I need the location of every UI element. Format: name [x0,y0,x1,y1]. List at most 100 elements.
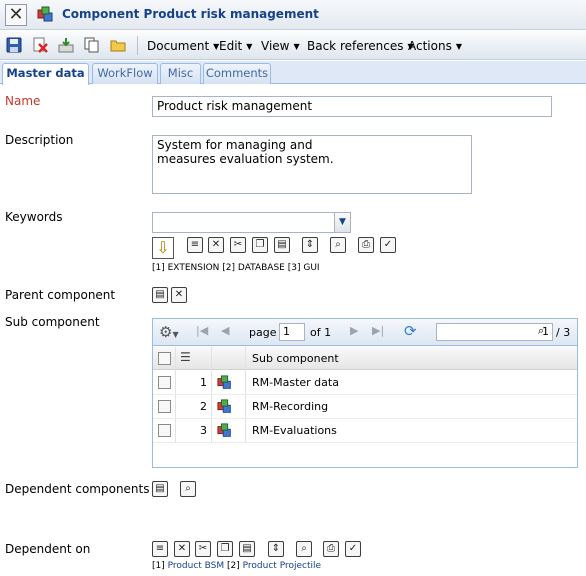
move-up-down-icon[interactable]: ⇕ [268,541,284,557]
list-icon[interactable]: ≡ [187,237,203,253]
menu-back-references[interactable]: Back references ▼ [307,39,414,53]
copy-icon[interactable] [84,37,100,53]
menu-back-references-label: Back references [307,39,404,53]
sub-component-column-header[interactable]: Sub component [252,352,339,365]
keyword-value[interactable]: EXTENSION [168,263,220,273]
row-checkbox[interactable] [158,400,171,413]
menu-actions[interactable]: Actions ▼ [408,39,462,53]
sub-component-name: RM-Master data [252,376,339,389]
check-icon[interactable]: ✓ [345,541,361,557]
refresh-icon[interactable]: ⟳ [404,322,417,340]
keyword-index: [3] [287,263,301,273]
table-row[interactable]: 2 RM-Recording [153,395,577,419]
cut-icon[interactable]: ✂ [230,237,246,253]
grid-search-input[interactable]: 1 [436,323,553,341]
row-number: 3 [200,424,207,437]
menu-document[interactable]: Document ▼ [147,39,219,53]
chevron-down-icon: ▼ [293,42,300,51]
dependent-on-label: Dependent on [5,542,91,556]
keyword-value[interactable]: DATABASE [238,263,285,273]
keyword-value[interactable]: GUI [303,263,319,273]
import-icon[interactable] [58,37,74,53]
menu-document-label: Document [147,39,210,53]
remove-icon[interactable]: ✕ [174,541,190,557]
keyword-index: [2] [222,263,236,273]
row-checkbox[interactable] [158,424,171,437]
record-count: / 3 [556,326,571,339]
description-label: Description [5,133,74,147]
move-up-down-icon[interactable]: ⇕ [302,237,318,253]
save-icon[interactable] [6,37,22,53]
paste-icon[interactable]: ▤ [274,237,290,253]
search-icon[interactable]: ⌕ [296,541,312,557]
menu-edit[interactable]: Edit ▼ [219,39,252,53]
keywords-combo[interactable] [152,212,335,233]
toolbar-separator [137,36,138,55]
row-number-icon: ☰ [180,350,191,364]
row-checkbox[interactable] [158,376,171,389]
table-row[interactable]: 3 RM-Evaluations [153,419,577,443]
remove-icon[interactable]: ✕ [208,237,224,253]
menu-view[interactable]: View ▼ [261,39,300,53]
component-cubes-icon [217,399,231,413]
window-title: Component Product risk management [62,7,319,21]
paste-icon[interactable]: ▤ [152,481,168,497]
dependency-link[interactable]: Product BSM [168,561,225,571]
first-page-icon[interactable]: |◀ [196,324,208,337]
sub-component-name: RM-Evaluations [252,424,337,437]
tab-master-data[interactable]: Master data [2,63,89,85]
toolbar: Document ▼ Edit ▼ View ▼ Back references ▼ A… [0,31,586,60]
page-label: page [249,326,277,339]
keywords-label: Keywords [5,210,63,224]
cut-icon[interactable]: ✂ [195,541,211,557]
dependency-index: [2] [227,561,240,571]
dependent-components-label: Dependent components [5,482,150,496]
component-cubes-icon [37,6,53,22]
prev-page-icon[interactable]: ◀ [221,324,229,337]
row-number: 2 [200,400,207,413]
component-cubes-icon [217,423,231,437]
component-cubes-icon [217,375,231,389]
list-icon[interactable]: ≡ [152,541,168,557]
add-keyword-arrow-icon[interactable]: ⇩ [152,237,174,259]
delete-icon[interactable] [32,37,48,53]
search-icon[interactable]: ⌕ [538,324,544,338]
dependent-on-caption: [1] Product BSM [2] Product Projectile [152,561,321,571]
print-icon[interactable]: ⎙ [358,237,374,253]
row-number: 1 [200,376,207,389]
close-icon[interactable]: ✕ [5,4,27,26]
sub-component-label: Sub component [5,315,100,329]
description-field[interactable]: System for managing and measures evaluat… [152,135,472,194]
menu-actions-label: Actions [408,39,452,53]
dependency-link[interactable]: Product Projectile [243,561,321,571]
dependency-index: [1] [152,561,165,571]
copy-icon[interactable]: ❐ [217,541,233,557]
check-icon[interactable]: ✓ [380,237,396,253]
next-page-icon[interactable]: ▶ [350,324,358,337]
table-row[interactable]: 1 RM-Master data [153,371,577,395]
parent-component-label: Parent component [5,288,116,302]
grid-toolbar: ⚙▼ |◀ ◀ page 1 of 1 ▶ ▶| ⟳ 1 ⌕ / 3 [153,319,577,346]
tab-workflow[interactable]: WorkFlow [92,63,158,84]
select-all-checkbox[interactable] [158,352,171,365]
tab-comments[interactable]: Comments [203,63,271,84]
menu-edit-label: Edit [219,39,243,53]
paste-icon[interactable]: ▤ [152,287,168,303]
last-page-icon[interactable]: ▶| [372,324,384,337]
remove-icon[interactable]: ✕ [171,287,187,303]
search-icon[interactable]: ⌕ [180,481,196,497]
search-icon[interactable]: ⌕ [330,237,346,253]
chevron-down-icon: ▼ [246,42,253,51]
folder-icon[interactable] [110,37,126,53]
grid-header-row: ☰ Sub component [153,347,577,370]
tab-misc[interactable]: Misc [160,63,201,84]
paste-icon[interactable]: ▤ [239,541,255,557]
print-icon[interactable]: ⎙ [323,541,339,557]
chevron-down-icon[interactable]: ▼ [334,212,351,233]
keyword-index: [1] [152,263,165,273]
name-field[interactable]: Product risk management [152,96,552,117]
page-of-label: of 1 [310,326,332,339]
gear-icon[interactable]: ⚙▼ [159,323,179,341]
page-input[interactable]: 1 [279,323,305,341]
copy-icon[interactable]: ❐ [252,237,268,253]
